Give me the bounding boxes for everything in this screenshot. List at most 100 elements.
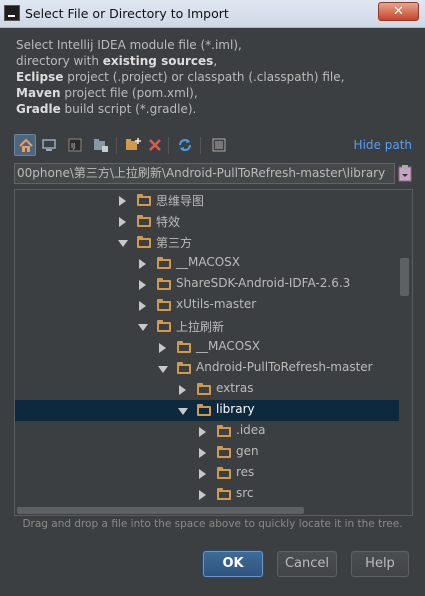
tree-row[interactable]: src xyxy=(15,484,399,505)
folder-icon xyxy=(197,383,211,395)
project-button[interactable]: IJ xyxy=(64,134,86,156)
folder-icon xyxy=(177,362,191,374)
new-folder-button[interactable] xyxy=(122,134,144,156)
cancel-button[interactable]: Cancel xyxy=(277,551,337,577)
folder-icon xyxy=(217,467,231,479)
tree-row-label: extras xyxy=(216,381,254,395)
expanded-arrow-icon[interactable] xyxy=(158,366,168,373)
tree-row-label: src xyxy=(236,486,254,500)
tree-row[interactable]: 上拉刷新 xyxy=(15,316,399,337)
home-button[interactable] xyxy=(14,134,36,156)
collapsed-arrow-icon[interactable] xyxy=(199,490,206,500)
tree-row[interactable]: __MACOSX xyxy=(15,337,399,358)
folder-icon xyxy=(157,278,171,290)
delete-button[interactable] xyxy=(144,134,166,156)
folder-icon xyxy=(197,404,211,416)
collapsed-arrow-icon[interactable] xyxy=(139,259,146,269)
description-line: Select Intellij IDEA module file (*.iml)… xyxy=(16,37,411,53)
tree-row[interactable]: ShareSDK-Android-IDFA-2.6.3 xyxy=(15,274,399,295)
expanded-arrow-icon[interactable] xyxy=(178,408,188,415)
expanded-arrow-icon[interactable] xyxy=(138,324,148,331)
folder-icon xyxy=(137,194,151,206)
tree-row-label: 第三方 xyxy=(156,236,193,250)
tree-row-label: 上拉刷新 xyxy=(176,320,225,334)
hide-path-link[interactable]: Hide path xyxy=(354,138,412,152)
description-text: project file (pom.xml), xyxy=(60,86,198,100)
tree-row[interactable]: gen xyxy=(15,442,399,463)
tree-row[interactable]: library xyxy=(15,400,399,421)
description-keyword: Maven xyxy=(16,86,61,100)
toolbar-separator xyxy=(116,137,117,154)
tree-vertical-scrollbar[interactable] xyxy=(400,258,409,296)
folder-icon xyxy=(137,215,151,227)
ok-button[interactable]: OK xyxy=(203,551,263,577)
svg-text:IJ: IJ xyxy=(71,142,75,150)
collapsed-arrow-icon[interactable] xyxy=(119,196,126,206)
collapsed-arrow-icon[interactable] xyxy=(159,343,166,353)
tree-row[interactable]: 思维导图 xyxy=(15,190,399,211)
app-icon xyxy=(4,5,20,21)
collapsed-arrow-icon[interactable] xyxy=(199,448,206,458)
tree-row-label: gen xyxy=(236,444,259,458)
description-text: build script (*.gradle). xyxy=(60,102,197,116)
title-bar: Select File or Directory to Import ✕ xyxy=(0,0,425,28)
tree-row[interactable]: 特效 xyxy=(15,211,399,232)
tree-row[interactable]: xUtils-master xyxy=(15,295,399,316)
toolbar-separator xyxy=(168,137,169,154)
folder-icon xyxy=(157,299,171,311)
desktop-button[interactable] xyxy=(38,134,60,156)
description-text: Select Intellij IDEA module file (*.iml)… xyxy=(16,38,242,52)
tree-row-label: res xyxy=(236,465,255,479)
module-folder-button[interactable] xyxy=(90,134,112,156)
collapsed-arrow-icon[interactable] xyxy=(139,301,146,311)
expanded-arrow-icon[interactable] xyxy=(118,240,128,247)
tree-row-label: xUtils-master xyxy=(176,297,257,311)
path-field[interactable]: 00phone\第三方\上拉刷新\Android-PullToRefresh-m… xyxy=(14,163,395,184)
description-text: project (.project) or classpath (.classp… xyxy=(63,70,345,84)
tree-row[interactable]: 第三方 xyxy=(15,232,399,253)
folder-icon xyxy=(177,341,191,353)
tree-row-label: Android-PullToRefresh-master xyxy=(196,360,373,374)
tree-row[interactable]: res xyxy=(15,463,399,484)
collapsed-arrow-icon[interactable] xyxy=(199,427,206,437)
collapsed-arrow-icon[interactable] xyxy=(119,217,126,227)
description-keyword: Eclipse xyxy=(16,70,64,84)
window-title: Select File or Directory to Import xyxy=(25,6,229,21)
description-line: Gradle build script (*.gradle). xyxy=(16,101,411,117)
folder-icon xyxy=(157,257,171,269)
file-chooser-toolbar: Hide path IJ xyxy=(14,134,414,158)
tree-row[interactable]: .idea xyxy=(15,421,399,442)
tree-row-label: ShareSDK-Android-IDFA-2.6.3 xyxy=(176,276,351,290)
folder-icon xyxy=(137,236,151,248)
tree-row[interactable]: __MACOSX xyxy=(15,253,399,274)
tree-row-label: 特效 xyxy=(156,215,181,229)
description-line: Eclipse project (.project) or classpath … xyxy=(16,69,411,85)
description-text: directory with xyxy=(16,54,103,68)
close-button[interactable]: ✕ xyxy=(378,2,419,21)
help-button[interactable]: Help xyxy=(351,551,409,577)
refresh-button[interactable] xyxy=(174,134,196,156)
folder-icon xyxy=(217,446,231,458)
collapsed-arrow-icon[interactable] xyxy=(199,469,206,479)
description-text: , xyxy=(213,54,218,68)
tree-row-label: __MACOSX xyxy=(176,255,241,269)
toolbar-separator xyxy=(200,137,201,154)
tree-row-label: __MACOSX xyxy=(196,339,261,353)
description-keyword: Gradle xyxy=(16,102,61,116)
tree-row[interactable]: extras xyxy=(15,379,399,400)
file-tree[interactable]: 思维导图特效第三方 __MACOSX ShareSDK-Android-IDFA-2… xyxy=(14,189,413,516)
collapsed-arrow-icon[interactable] xyxy=(139,280,146,290)
collapsed-arrow-icon[interactable] xyxy=(179,385,186,395)
show-hidden-button[interactable] xyxy=(208,134,230,156)
tree-horizontal-scrollbar[interactable] xyxy=(17,507,304,514)
tree-row-label: .idea xyxy=(236,423,266,437)
folder-icon xyxy=(157,320,171,332)
folder-icon xyxy=(217,425,231,437)
folder-icon xyxy=(217,488,231,500)
tree-row-label: 思维导图 xyxy=(156,194,205,208)
tree-row-label: library xyxy=(216,402,255,416)
path-history-icon[interactable] xyxy=(398,165,412,182)
import-description: Select Intellij IDEA module file (*.iml)… xyxy=(16,37,411,117)
tree-row[interactable]: Android-PullToRefresh-master xyxy=(15,358,399,379)
description-line: Maven project file (pom.xml), xyxy=(16,85,411,101)
